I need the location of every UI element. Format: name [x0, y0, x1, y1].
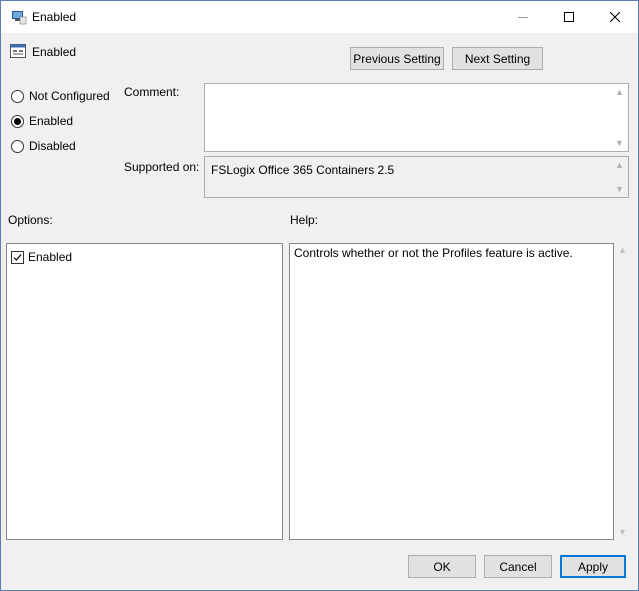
radio-disabled[interactable]: Disabled — [11, 139, 76, 153]
setting-icon — [10, 44, 26, 58]
enabled-checkbox[interactable] — [11, 250, 24, 264]
radio-label: Disabled — [29, 139, 76, 153]
help-text: Controls whether or not the Profiles fea… — [294, 246, 573, 260]
minimize-button[interactable] — [500, 1, 546, 33]
help-scrollbar[interactable]: ▲ ▼ — [614, 243, 631, 539]
previous-setting-button[interactable]: Previous Setting — [350, 47, 444, 70]
radio-enabled[interactable]: Enabled — [11, 114, 73, 128]
close-icon — [610, 12, 620, 22]
scroll-up-icon[interactable]: ▲ — [618, 245, 627, 255]
minimize-icon — [518, 17, 528, 18]
maximize-icon — [564, 12, 574, 22]
policy-app-icon — [12, 11, 27, 25]
options-panel: Enabled — [6, 243, 283, 540]
title-bar: Enabled — [1, 1, 638, 33]
help-panel: Controls whether or not the Profiles fea… — [289, 243, 614, 540]
supported-on-value: FSLogix Office 365 Containers 2.5 — [211, 163, 395, 177]
enabled-checkbox-label: Enabled — [28, 250, 73, 264]
radio-label: Not Configured — [29, 89, 110, 103]
scroll-down-icon[interactable]: ▼ — [618, 527, 627, 537]
setting-name: Enabled — [32, 45, 77, 59]
window-title: Enabled — [32, 10, 77, 24]
scroll-down-icon[interactable]: ▼ — [615, 138, 624, 148]
policy-dialog: Enabled Enabled Previous Setting Next Se… — [0, 0, 639, 591]
scroll-down-icon[interactable]: ▼ — [615, 184, 624, 194]
close-button[interactable] — [592, 1, 638, 33]
enabled-checkbox-row[interactable]: Enabled — [11, 250, 72, 264]
apply-button[interactable]: Apply — [560, 555, 626, 578]
radio-indicator[interactable] — [11, 89, 24, 103]
radio-label: Enabled — [29, 114, 74, 128]
cancel-button[interactable]: Cancel — [484, 555, 552, 578]
next-setting-button[interactable]: Next Setting — [452, 47, 543, 70]
maximize-button[interactable] — [546, 1, 592, 33]
comment-label: Comment: — [124, 85, 180, 99]
scroll-up-icon[interactable]: ▲ — [615, 87, 624, 97]
checkmark-icon — [13, 253, 22, 261]
radio-not-configured[interactable]: Not Configured — [11, 89, 110, 103]
options-label: Options: — [8, 213, 53, 227]
ok-button[interactable]: OK — [408, 555, 476, 578]
supported-on-label: Supported on: — [124, 160, 200, 174]
supported-on-field: FSLogix Office 365 Containers 2.5 ▲ ▼ — [204, 156, 629, 198]
radio-indicator[interactable] — [11, 139, 24, 153]
comment-textarea[interactable]: ▲ ▼ — [204, 83, 629, 152]
scroll-up-icon[interactable]: ▲ — [615, 160, 624, 170]
help-label: Help: — [290, 213, 319, 227]
supported-scrollbar[interactable]: ▲ ▼ — [611, 157, 628, 197]
comment-scrollbar[interactable]: ▲ ▼ — [611, 84, 628, 151]
radio-indicator[interactable] — [11, 114, 24, 128]
